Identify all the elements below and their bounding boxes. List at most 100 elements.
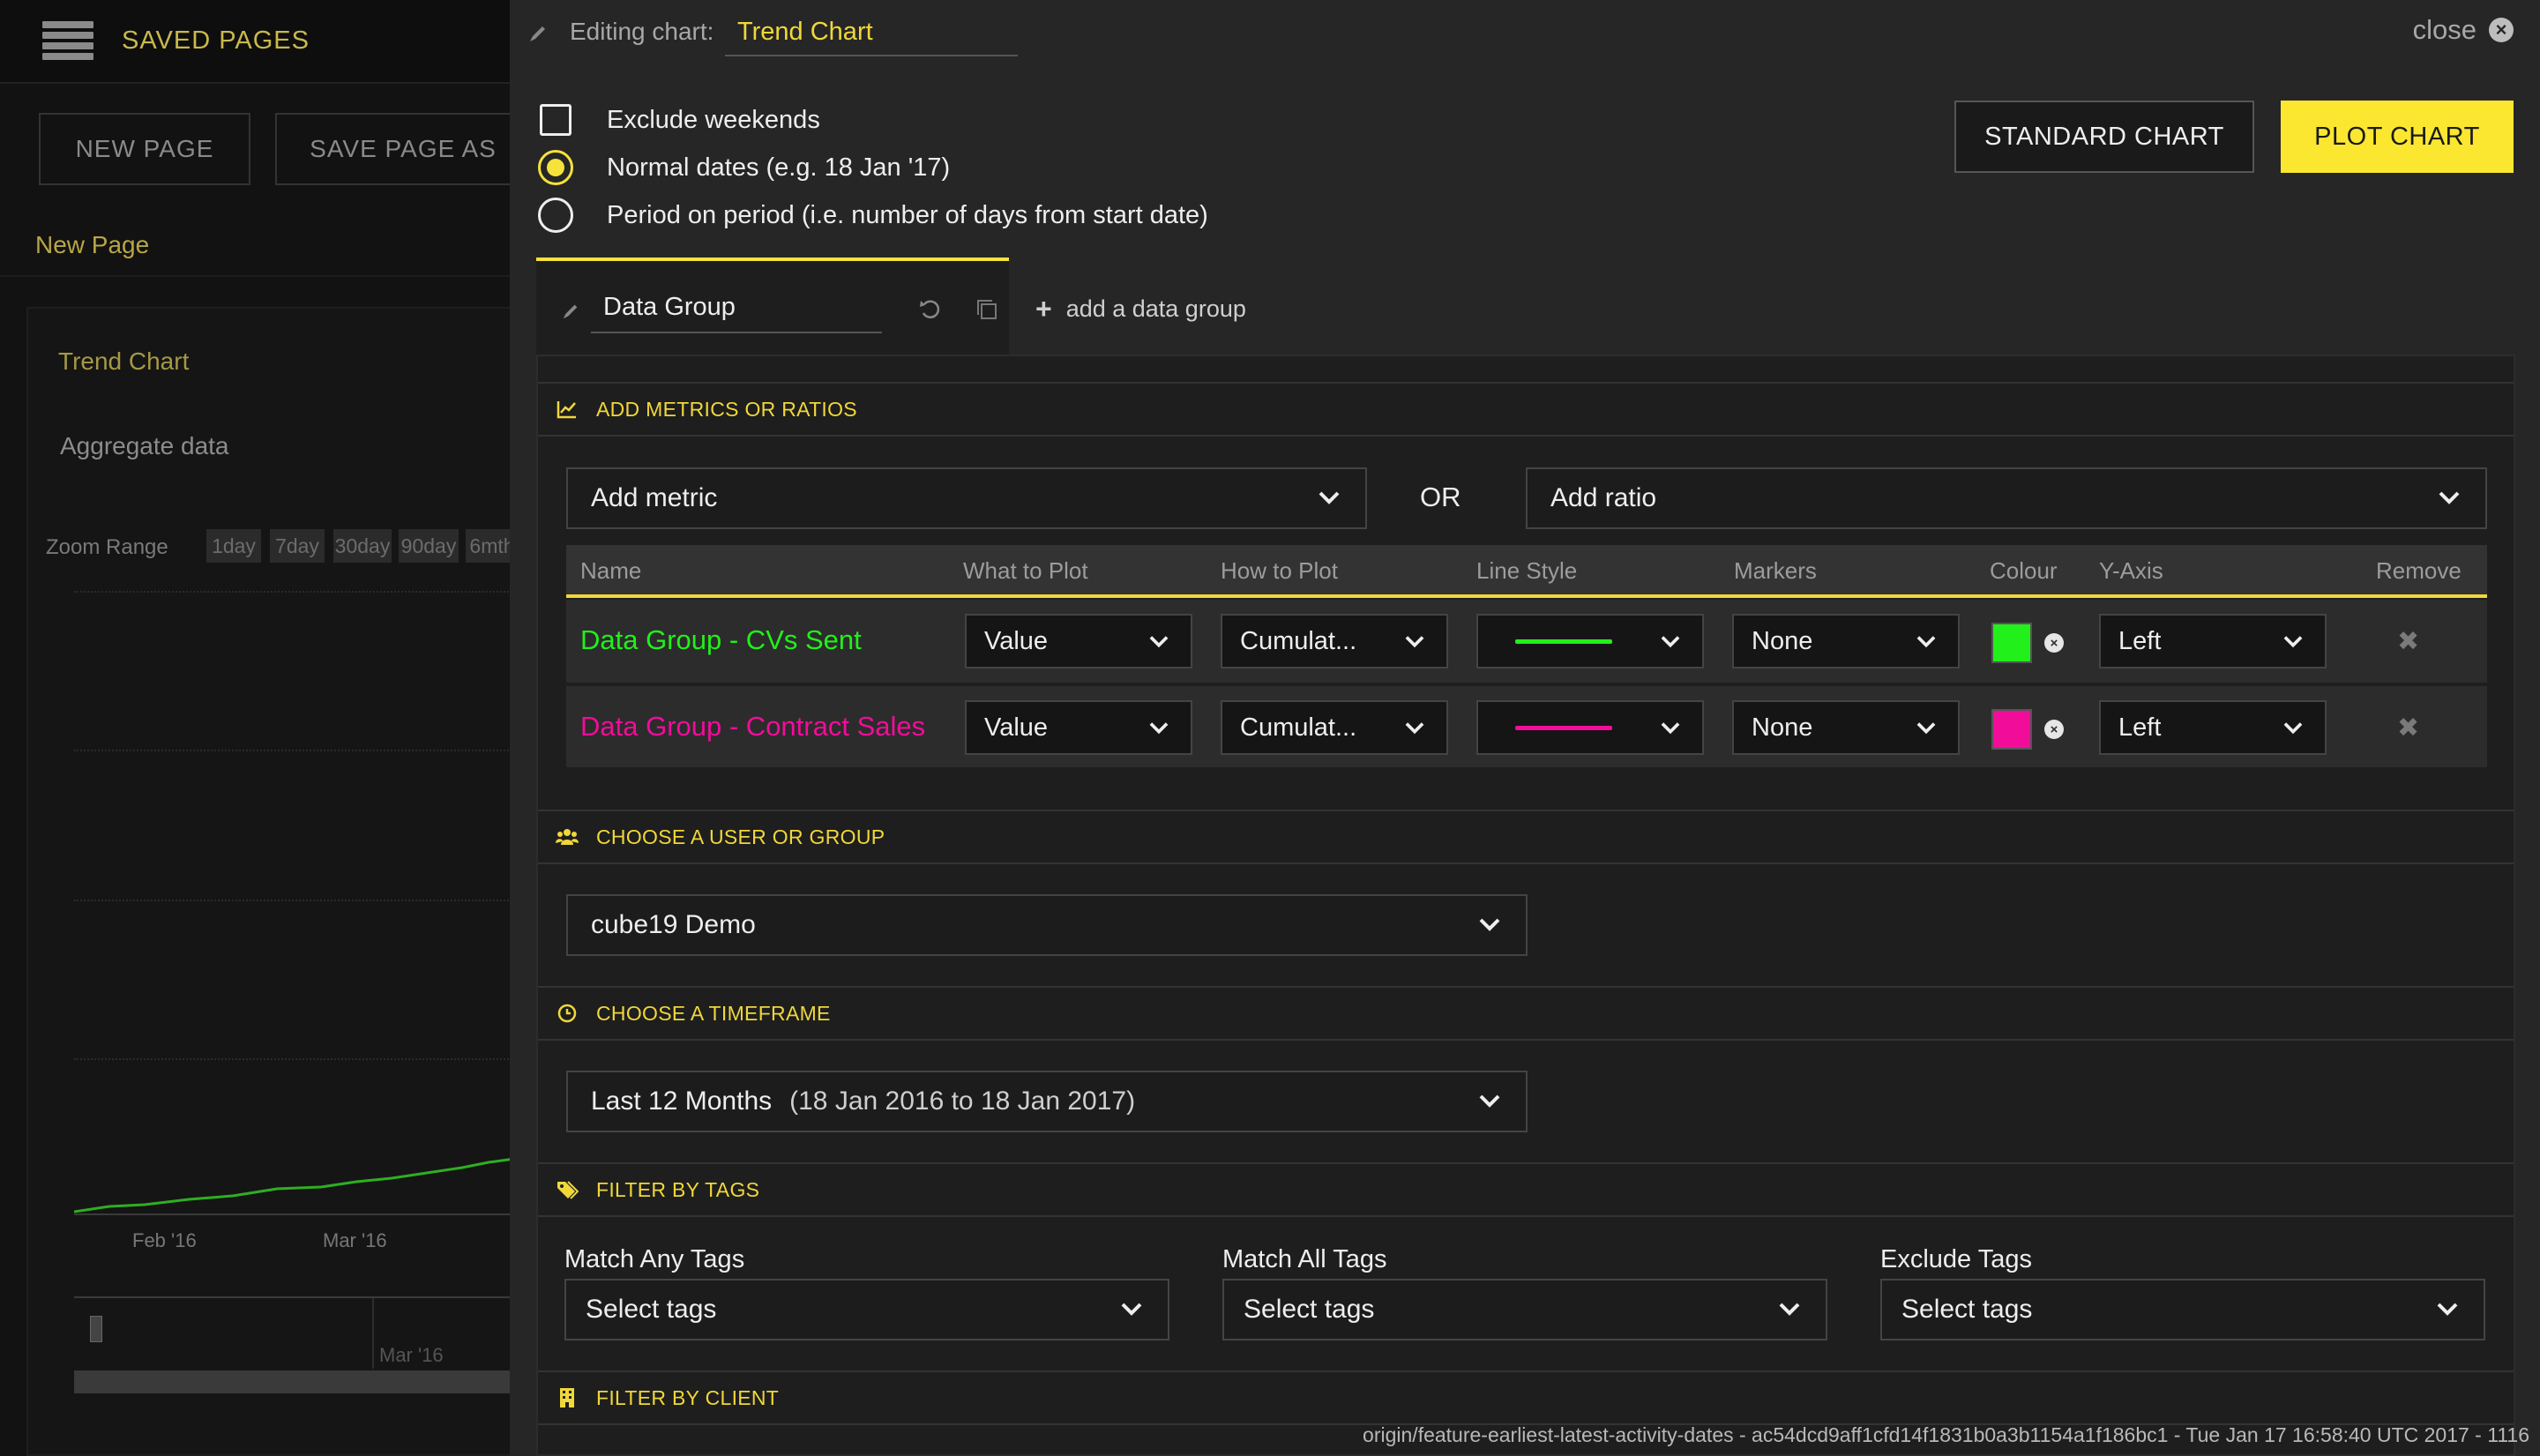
match-all-tags-select[interactable]: Select tags [1222, 1279, 1827, 1340]
save-page-as-button[interactable]: SAVE PAGE AS [275, 113, 512, 185]
markers-value: None [1752, 713, 1813, 742]
data-group-name: Data Group [603, 293, 736, 321]
col-remove: Remove [2376, 557, 2462, 584]
metric-name: Data Group - CVs Sent [580, 624, 862, 655]
chevron-down-icon [2437, 1303, 2458, 1316]
timeframe-select[interactable]: Last 12 Months (18 Jan 2016 to 18 Jan 20… [566, 1071, 1528, 1132]
chevron-down-icon [1479, 1094, 1500, 1108]
markers-select[interactable]: None [1732, 614, 1960, 668]
chart-name-input[interactable]: Trend Chart [725, 12, 1018, 56]
exclude-weekends-checkbox[interactable] [540, 104, 572, 136]
line-style-select[interactable] [1476, 614, 1704, 668]
chevron-down-icon [1779, 1303, 1800, 1316]
how-to-plot-select[interactable]: Cumulat... [1221, 614, 1448, 668]
match-any-tags-select[interactable]: Select tags [564, 1279, 1169, 1340]
menu-icon[interactable] [42, 21, 93, 60]
undo-icon[interactable] [917, 296, 944, 323]
clear-colour-icon[interactable]: × [2044, 633, 2064, 653]
plot-chart-button[interactable]: PLOT CHART [2281, 101, 2514, 173]
divider [0, 275, 512, 277]
zoom-90day-button[interactable]: 90day [399, 529, 459, 563]
plus-icon: + [1035, 293, 1052, 325]
period-on-period-option[interactable]: Period on period (i.e. number of days fr… [538, 198, 1208, 233]
exclude-tags-select[interactable]: Select tags [1880, 1279, 2485, 1340]
chart-name-value: Trend Chart [737, 18, 873, 46]
what-to-plot-select[interactable]: Value [965, 700, 1192, 755]
chevron-down-icon [1319, 491, 1340, 504]
add-metric-select[interactable]: Add metric [566, 467, 1367, 529]
remove-metric-icon[interactable]: ✖ [2397, 626, 2419, 657]
y-axis-value: Left [2118, 713, 2162, 742]
gridline [74, 900, 512, 901]
y-axis-select[interactable]: Left [2099, 700, 2327, 755]
saved-pages-label[interactable]: SAVED PAGES [122, 26, 310, 56]
new-page-button[interactable]: NEW PAGE [39, 113, 250, 185]
match-all-tags-label: Match All Tags [1222, 1245, 1387, 1273]
markers-select[interactable]: None [1732, 700, 1960, 755]
tags-section-header: FILTER BY TAGS [538, 1162, 2514, 1217]
new-page-link[interactable]: New Page [35, 231, 149, 259]
background-app: SAVED PAGES NEW PAGE SAVE PAGE AS New Pa… [0, 0, 512, 1456]
data-group-name-input[interactable]: Data Group [591, 282, 882, 333]
tab-data-group[interactable]: Data Group [536, 258, 1009, 358]
add-data-group-button[interactable]: + add a data group [1035, 293, 1246, 325]
how-to-plot-select[interactable]: Cumulat... [1221, 700, 1448, 755]
chevron-down-icon [1916, 722, 1936, 735]
aggregate-label: Aggregate data [60, 432, 229, 459]
navigator-scrollbar[interactable] [74, 1370, 512, 1393]
editing-chart-label: Editing chart: [570, 18, 714, 45]
x-tick-label: Mar '16 [323, 1229, 387, 1251]
background-topbar: SAVED PAGES [0, 0, 512, 84]
period-on-period-radio[interactable] [538, 198, 573, 233]
normal-dates-radio[interactable] [538, 150, 573, 185]
timeframe-range: (18 Jan 2016 to 18 Jan 2017) [789, 1086, 1136, 1116]
building-icon [560, 1388, 574, 1407]
clear-colour-icon[interactable]: × [2044, 720, 2064, 739]
metric-name: Data Group - Contract Sales [580, 711, 926, 742]
y-axis-select[interactable]: Left [2099, 614, 2327, 668]
gridline [74, 591, 512, 593]
user-group-section-header: CHOOSE A USER OR GROUP [538, 810, 2514, 864]
colour-swatch[interactable] [1991, 623, 2032, 663]
line-style-sample [1515, 638, 1612, 644]
add-metric-placeholder: Add metric [591, 483, 718, 512]
remove-metric-icon[interactable]: ✖ [2397, 713, 2419, 743]
normal-dates-option[interactable]: Normal dates (e.g. 18 Jan '17) [538, 150, 950, 185]
gridline [74, 750, 512, 751]
colour-swatch[interactable] [1991, 709, 2032, 750]
chevron-down-icon [2283, 636, 2303, 648]
what-to-plot-value: Value [984, 713, 1049, 742]
col-y-axis: Y-Axis [2099, 557, 2163, 584]
close-button[interactable]: close × [2413, 14, 2514, 46]
col-markers: Markers [1734, 557, 1817, 584]
zoom-range-label: Zoom Range [46, 535, 168, 559]
add-ratio-select[interactable]: Add ratio [1526, 467, 2487, 529]
y-axis-value: Left [2118, 626, 2162, 655]
zoom-1day-button[interactable]: 1day [206, 529, 261, 563]
match-all-tags-placeholder: Select tags [1244, 1295, 1375, 1324]
card-title: Trend Chart [58, 347, 190, 375]
chevron-down-icon [1916, 636, 1936, 648]
line-style-select[interactable] [1476, 700, 1704, 755]
chart-editor-panel: Editing chart: Trend Chart close × Exclu… [510, 0, 2540, 1456]
col-how-to-plot: How to Plot [1221, 557, 1338, 584]
copy-icon[interactable] [974, 296, 1000, 323]
close-icon: × [2489, 18, 2514, 42]
zoom-30day-button[interactable]: 30day [333, 529, 392, 563]
zoom-6mth-button[interactable]: 6mth [466, 529, 512, 563]
what-to-plot-select[interactable]: Value [965, 614, 1192, 668]
navigator-handle[interactable] [90, 1316, 102, 1342]
user-group-value: cube19 Demo [591, 910, 756, 939]
timeframe-section-title: CHOOSE A TIMEFRAME [596, 1001, 831, 1025]
table-row: Data Group - Contract Sales Value Cumula… [566, 684, 2487, 767]
zoom-7day-button[interactable]: 7day [270, 529, 325, 563]
standard-chart-button[interactable]: STANDARD CHART [1954, 101, 2254, 173]
data-group-body: ADD METRICS OR RATIOS Add metric OR Add … [536, 355, 2515, 1456]
x-axis [74, 1213, 512, 1215]
tags-section-title: FILTER BY TAGS [596, 1177, 760, 1201]
exclude-weekends-option[interactable]: Exclude weekends [540, 104, 820, 136]
users-icon [556, 829, 579, 845]
close-label: close [2412, 14, 2476, 45]
user-group-select[interactable]: cube19 Demo [566, 894, 1528, 956]
chevron-down-icon [1149, 636, 1169, 648]
